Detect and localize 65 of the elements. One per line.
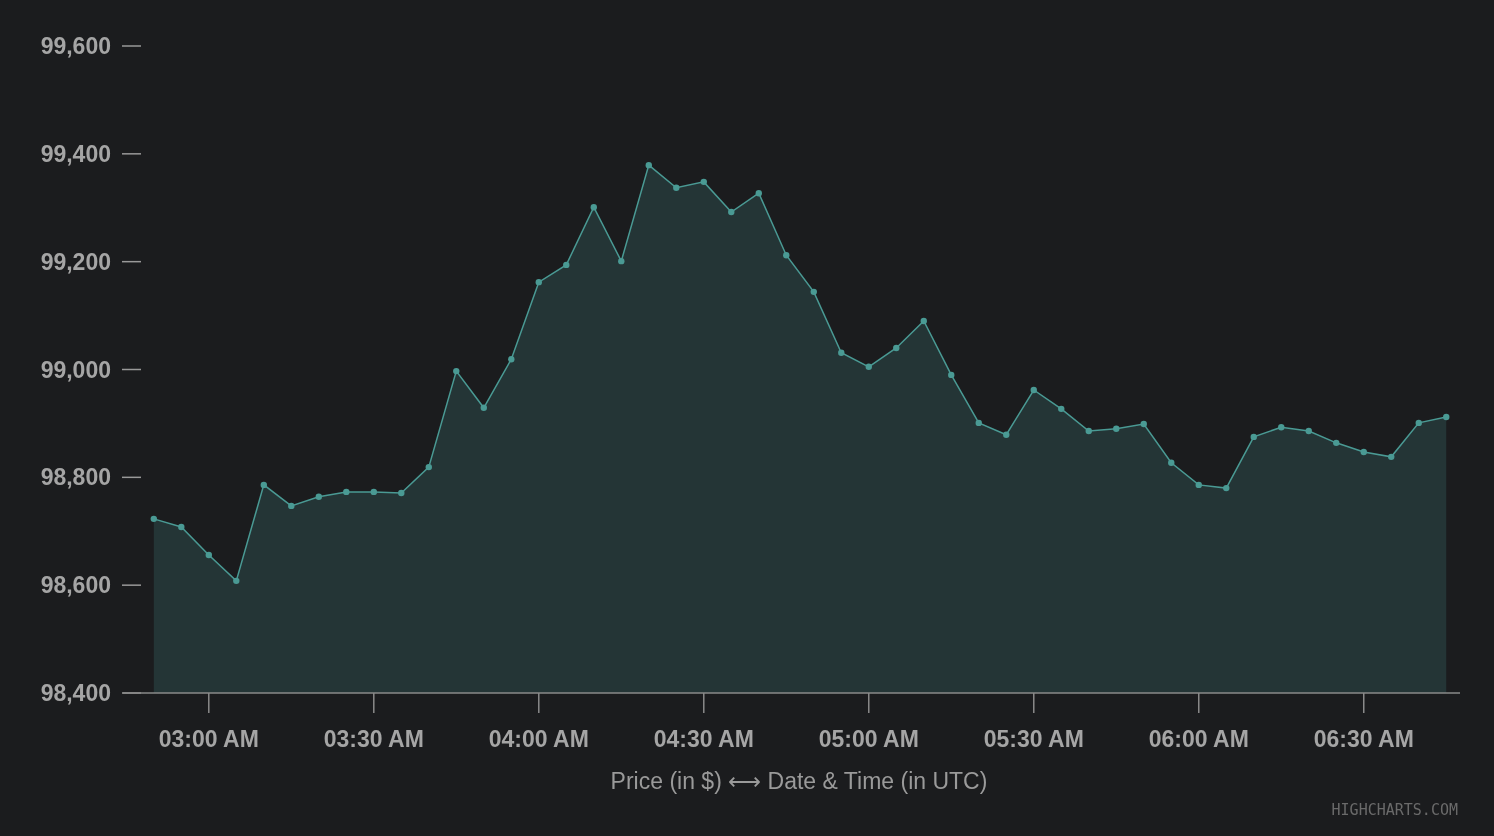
data-point [700,178,707,186]
data-point [288,502,295,510]
y-tick-label: 98,800 [40,464,111,491]
data-point [1388,453,1395,461]
data-point [205,551,212,559]
data-point [1250,433,1257,441]
data-point [178,523,185,531]
axis-title: Price (in $) ⟷ Date & Time (in UTC) [610,768,988,794]
data-point [948,371,955,379]
x-tick-label: 03:00 AM [158,726,259,752]
data-point [1085,427,1092,435]
x-tick-label: 04:00 AM [488,726,589,752]
data-point [315,493,322,500]
data-point [810,288,817,296]
data-point [838,349,845,356]
y-tick-label: 98,600 [40,572,111,599]
data-point [260,481,267,489]
y-tick-label: 99,200 [40,248,111,275]
data-point [645,161,652,169]
x-tick-label: 04:30 AM [653,726,754,752]
data-point [1278,424,1285,431]
y-tick-label: 99,000 [40,356,111,383]
data-point [1333,439,1340,447]
data-point [755,190,762,197]
data-point [233,577,240,585]
data-point [920,317,927,325]
x-tick-label: 06:30 AM [1313,726,1414,752]
data-point [1223,484,1230,492]
data-point [480,404,487,411]
data-point [590,204,597,211]
data-point [508,356,515,363]
data-point [1140,420,1147,428]
data-point [425,463,432,471]
x-tick-label: 05:00 AM [818,726,919,752]
data-point [453,367,460,375]
x-tick-label: 06:00 AM [1148,726,1249,752]
data-point [893,344,900,352]
data-point [535,278,542,286]
y-tick-label: 99,600 [40,33,111,59]
data-point [1415,419,1422,427]
data-point [1113,425,1120,432]
data-point [1003,431,1010,438]
y-tick-label: 98,400 [40,680,111,706]
data-point [728,208,735,216]
data-point [343,488,350,496]
data-point [398,489,405,497]
data-point [1360,448,1367,456]
x-tick-label: 05:30 AM [983,726,1084,752]
data-point [1443,413,1450,421]
data-point [865,363,872,370]
data-point [1058,405,1065,413]
data-point [1030,386,1037,394]
data-point [150,515,157,523]
data-point [783,252,790,259]
credit-link[interactable]: HIGHCHARTS.COM [1331,801,1458,819]
data-point [370,488,377,496]
data-point [1305,427,1312,435]
y-tick-label: 99,400 [40,140,111,167]
x-tick-label: 03:30 AM [323,726,424,752]
data-point [618,257,625,265]
data-point [1168,459,1175,466]
data-point [673,184,680,191]
data-point [975,419,982,427]
data-point [563,261,570,269]
data-point [1195,481,1202,489]
